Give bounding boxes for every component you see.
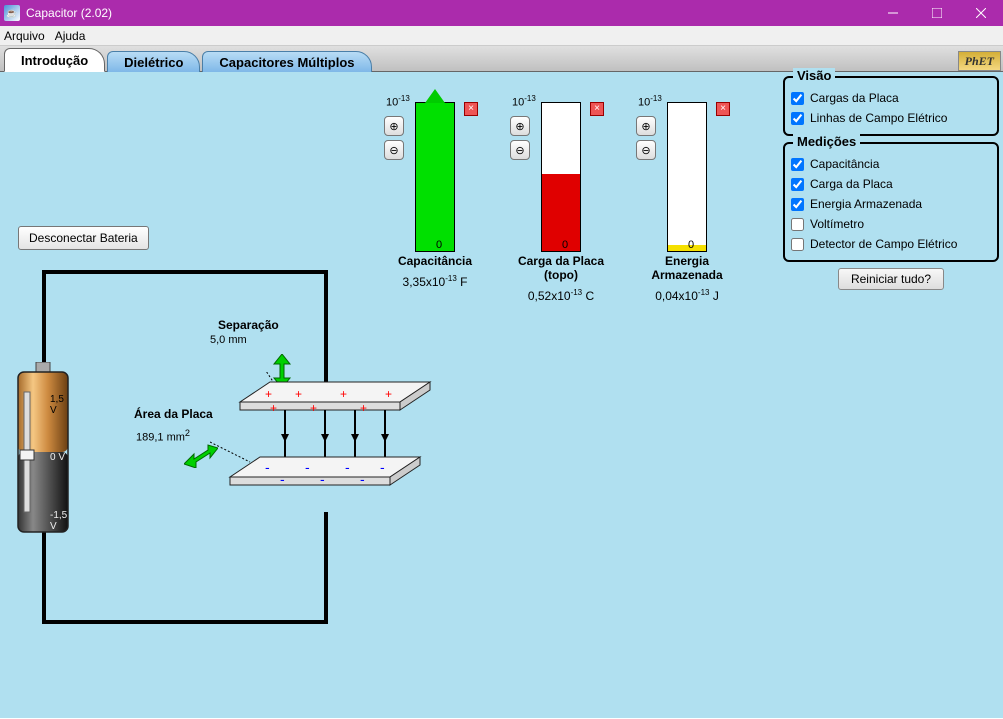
zoom-in-icon[interactable]: ⊕: [636, 116, 656, 136]
menu-ajuda[interactable]: Ajuda: [55, 29, 86, 43]
meter-value: 0,04x10-13 J: [632, 288, 742, 303]
meter-fill: [668, 245, 706, 251]
disconnect-battery-button[interactable]: Desconectar Bateria: [18, 226, 149, 250]
svg-text:-: -: [380, 459, 385, 475]
vision-panel-title: Visão: [793, 68, 835, 83]
reset-all-button[interactable]: Reiniciar tudo?: [838, 268, 944, 290]
svg-text:-: -: [360, 471, 365, 487]
battery-voltage-slider[interactable]: [20, 450, 34, 460]
separation-value: 5,0 mm: [210, 334, 247, 346]
tab-dieletrico[interactable]: Dielétrico: [107, 51, 200, 73]
tab-introducao[interactable]: Introdução: [4, 48, 105, 72]
meter-value: 0,52x10-13 C: [506, 288, 616, 303]
check-voltmeter[interactable]: Voltímetro: [791, 214, 991, 234]
simulation-canvas: Desconectar Bateria 10-13 × ⊕ ⊖ 0 Capaci…: [0, 72, 779, 718]
check-plate-charge[interactable]: Carga da Placa: [791, 174, 991, 194]
meter-value: 3,35x10-13 F: [380, 274, 490, 289]
svg-text:-: -: [265, 459, 270, 475]
svg-text:+: +: [310, 401, 317, 415]
meter-zero-label: 0: [562, 239, 568, 251]
svg-text:+: +: [385, 387, 392, 401]
svg-text:+: +: [265, 387, 272, 401]
meter-close-icon[interactable]: ×: [716, 102, 730, 116]
check-stored-energy[interactable]: Energia Armazenada: [791, 194, 991, 214]
svg-text:+: +: [270, 401, 277, 415]
svg-text:-: -: [345, 459, 350, 475]
meter-charge: 10-13 × ⊕ ⊖ 0 Carga da Placa (topo) 0,52…: [506, 82, 616, 303]
battery-label-plus: 1,5 V: [50, 394, 70, 416]
tabbar: Introdução Dielétrico Capacitores Múltip…: [0, 46, 1003, 72]
window-title: Capacitor (2.02): [26, 6, 871, 20]
battery: 1,5 V 0 V -1,5 V: [14, 362, 70, 542]
svg-text:-: -: [305, 459, 310, 475]
plate-area-label: Área da Placa: [134, 407, 213, 421]
phet-logo[interactable]: PhET: [958, 51, 1001, 71]
measurements-panel-title: Medições: [793, 134, 860, 149]
svg-text:+: +: [340, 387, 347, 401]
check-field-detector[interactable]: Detector de Campo Elétrico: [791, 234, 991, 254]
menubar: Arquivo Ajuda: [0, 26, 1003, 46]
meter-zero-label: 0: [436, 239, 442, 251]
svg-text:-: -: [280, 471, 285, 487]
svg-text:+: +: [295, 387, 302, 401]
meter-energy: 10-13 × ⊕ ⊖ 0 Energia Armazenada 0,04x10…: [632, 82, 742, 303]
meter-scale-label: 10-13: [386, 94, 410, 109]
plate-area-value: 189,1 mm2: [136, 428, 190, 444]
check-plate-charges[interactable]: Cargas da Placa: [791, 88, 991, 108]
zoom-in-icon[interactable]: ⊕: [510, 116, 530, 136]
maximize-button[interactable]: [915, 0, 959, 26]
battery-label-zero: 0 V: [50, 452, 65, 463]
capacitor-plates[interactable]: + + + + + + + - - - - - -: [210, 372, 440, 552]
measurements-panel: Medições Capacitância Carga da Placa Ene…: [783, 142, 999, 262]
meter-scale-label: 10-13: [638, 94, 662, 109]
meter-fill: [416, 103, 454, 251]
meter-close-icon[interactable]: ×: [590, 102, 604, 116]
minimize-button[interactable]: [871, 0, 915, 26]
separation-label: Separação: [218, 318, 279, 332]
close-button[interactable]: [959, 0, 1003, 26]
meter-close-icon[interactable]: ×: [464, 102, 478, 116]
zoom-in-icon[interactable]: ⊕: [384, 116, 404, 136]
battery-label-minus: -1,5 V: [50, 510, 70, 532]
sidebar: Visão Cargas da Placa Linhas de Campo El…: [779, 72, 1003, 718]
check-field-lines[interactable]: Linhas de Campo Elétrico: [791, 108, 991, 128]
meter-zero-label: 0: [688, 239, 694, 251]
meter-title: Energia Armazenada: [632, 254, 742, 282]
menu-arquivo[interactable]: Arquivo: [4, 29, 45, 43]
zoom-out-icon[interactable]: ⊖: [384, 140, 404, 160]
meter-title: Carga da Placa (topo): [506, 254, 616, 282]
meter-fill: [542, 174, 580, 251]
zoom-out-icon[interactable]: ⊖: [636, 140, 656, 160]
meter-scale-label: 10-13: [512, 94, 536, 109]
window-titlebar: ☕ Capacitor (2.02): [0, 0, 1003, 26]
vision-panel: Visão Cargas da Placa Linhas de Campo El…: [783, 76, 999, 136]
overflow-arrow-icon: [425, 89, 445, 103]
check-capacitance[interactable]: Capacitância: [791, 154, 991, 174]
meter-title: Capacitância: [380, 254, 490, 268]
tab-multiplos[interactable]: Capacitores Múltiplos: [202, 51, 371, 73]
zoom-out-icon[interactable]: ⊖: [510, 140, 530, 160]
java-icon: ☕: [4, 5, 20, 21]
svg-text:-: -: [320, 471, 325, 487]
meter-capacitance: 10-13 × ⊕ ⊖ 0 Capacitância 3,35x10-13 F: [380, 82, 490, 303]
svg-text:+: +: [360, 401, 367, 415]
